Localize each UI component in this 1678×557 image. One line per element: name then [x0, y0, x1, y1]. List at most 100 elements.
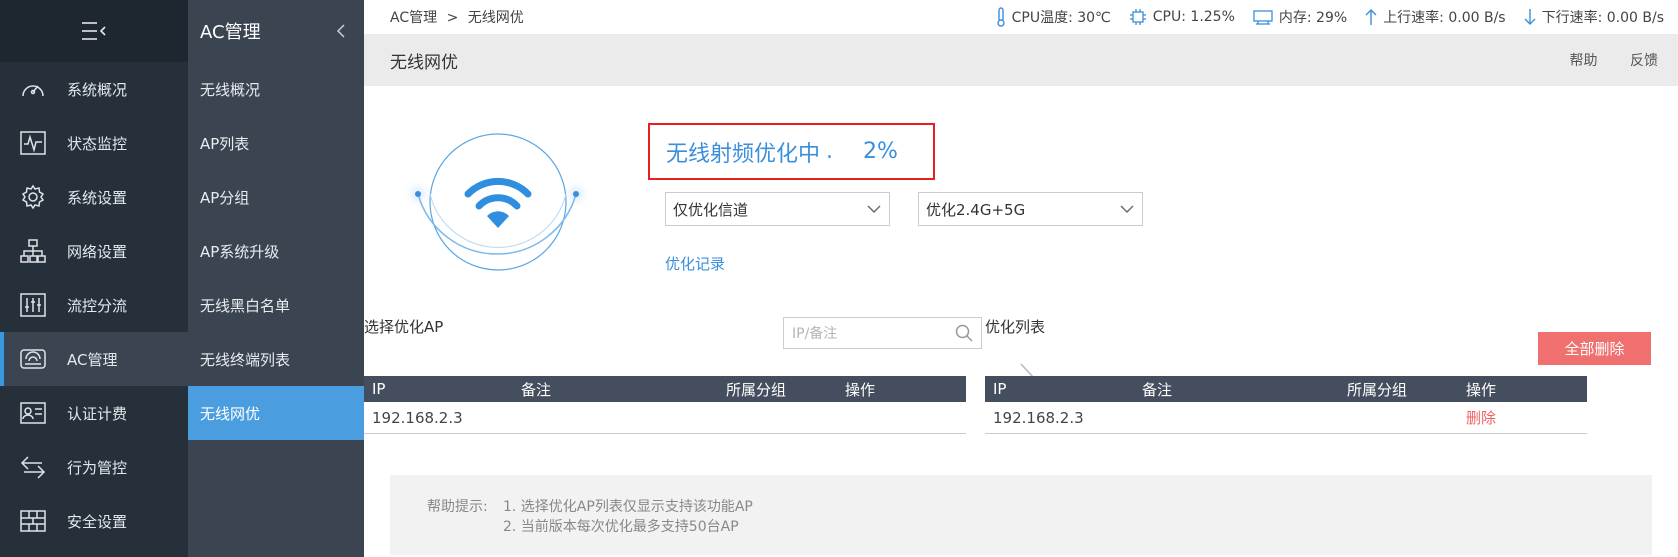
menu-collapse-button[interactable] — [0, 0, 188, 62]
sidebar-item-network[interactable]: 网络设置 — [0, 224, 188, 278]
arrow-down-icon — [1524, 9, 1536, 25]
arrow-up-icon — [1365, 9, 1377, 25]
feedback-link[interactable]: 反馈 — [1630, 53, 1658, 69]
top-status-bar: AC管理 > 无线网优 CPU温度: 30℃ CPU: 1.25% 内存: 29… — [364, 0, 1678, 34]
cpu-text: CPU: 1.25% — [1152, 9, 1235, 25]
subnav-item-terminal-list[interactable]: 无线终端列表 — [188, 332, 364, 386]
subnav-header: AC管理 — [188, 0, 364, 62]
optimize-status-box: 无线射频优化中 . 2% — [648, 123, 935, 180]
sidebar-item-label: 网络设置 — [67, 242, 128, 261]
subnav-item-wireless-optimize[interactable]: 无线网优 — [188, 386, 364, 440]
secondary-sidebar: AC管理 无线概况 AP列表 AP分组 AP系统升级 无线黑白名单 无线终端列表… — [188, 0, 364, 557]
table-row[interactable]: 192.168.2.3 删除 — [985, 402, 1587, 434]
collapse-chevron-icon[interactable] — [336, 23, 346, 39]
sidebar-item-label: 流控分流 — [67, 296, 128, 315]
sidebar-item-monitor[interactable]: 状态监控 — [0, 116, 188, 170]
dashboard-icon — [19, 75, 47, 103]
column-header-ip: IP — [993, 380, 1007, 398]
cpu-chip-icon — [1129, 9, 1146, 25]
memory-stat: 内存: 29% — [1253, 7, 1347, 27]
optimize-band-select[interactable]: 优化2.4G+5G — [918, 192, 1143, 226]
column-header-group: 所属分组 — [726, 380, 787, 399]
firewall-icon — [19, 507, 47, 535]
sidebar-item-ac-management[interactable]: AC管理 — [0, 332, 188, 386]
optimize-list-table: IP 备注 所属分组 操作 192.168.2.3 删除 — [985, 376, 1587, 434]
select-ap-label: 选择优化AP — [364, 318, 444, 336]
sidebar-item-label: 状态监控 — [67, 134, 128, 153]
subnav-title: AC管理 — [200, 22, 261, 43]
cell-ip: 192.168.2.3 — [993, 408, 1084, 427]
optimize-mode-select[interactable]: 仅优化信道 — [665, 192, 890, 226]
optimize-mode-value: 仅优化信道 — [673, 200, 749, 219]
page-links: 帮助 反馈 — [1542, 50, 1658, 70]
column-header-note: 备注 — [1142, 380, 1173, 399]
sidebar-item-flow-control[interactable]: 流控分流 — [0, 278, 188, 332]
page-content: 无线射频优化中 . 2% 仅优化信道 优化2.4G+5G 优化记录 选择优化AP… — [364, 86, 1678, 557]
gear-icon — [19, 183, 47, 211]
primary-sidebar: 系统概况 状态监控 系统设置 网络设置 流控分流 AC管理 认证计费 行为管控 — [0, 0, 188, 557]
page-title-bar: 无线网优 帮助 反馈 — [364, 34, 1678, 86]
table-header: IP 备注 所属分组 操作 — [985, 376, 1587, 402]
sidebar-item-security[interactable]: 安全设置 — [0, 494, 188, 548]
help-tips-label: 帮助提示: — [427, 499, 488, 515]
wifi-optimize-illustration — [382, 126, 622, 330]
delete-row-link[interactable]: 删除 — [1458, 407, 1587, 428]
subnav-item-ap-upgrade[interactable]: AP系统升级 — [188, 224, 364, 278]
ap-search-placeholder: IP/备注 — [792, 326, 838, 342]
subnav-item-blacklist[interactable]: 无线黑白名单 — [188, 278, 364, 332]
column-header-action: 操作 — [845, 380, 876, 399]
memory-text: 内存: 29% — [1278, 10, 1348, 26]
subnav-item-ap-list[interactable]: AP列表 — [188, 116, 364, 170]
chevron-down-icon — [1120, 205, 1134, 213]
help-link[interactable]: 帮助 — [1570, 53, 1598, 69]
pulse-icon — [19, 129, 47, 157]
subnav-item-ap-group[interactable]: AP分组 — [188, 170, 364, 224]
breadcrumb-current: 无线网优 — [467, 10, 524, 26]
help-tip-line: 1. 选择优化AP列表仅显示支持该功能AP — [503, 499, 753, 515]
sidebar-item-behavior-control[interactable]: 行为管控 — [0, 440, 188, 494]
help-tips-box: 帮助提示: 1. 选择优化AP列表仅显示支持该功能AP 2. 当前版本每次优化最… — [390, 475, 1652, 555]
breadcrumb-root[interactable]: AC管理 — [390, 10, 437, 26]
app-window: 系统概况 状态监控 系统设置 网络设置 流控分流 AC管理 认证计费 行为管控 — [0, 0, 1678, 557]
page-title: 无线网优 — [390, 52, 458, 73]
cpu-temp-text: CPU温度: 30℃ — [1011, 10, 1111, 26]
ap-search-input[interactable]: IP/备注 — [783, 317, 982, 349]
sidebar-item-label: 行为管控 — [67, 458, 128, 477]
sidebar-item-system-settings[interactable]: 系统设置 — [0, 170, 188, 224]
menu-collapse-icon — [82, 22, 106, 40]
candidate-ap-table: IP 备注 所属分组 操作 192.168.2.3 — [364, 376, 966, 434]
column-header-action: 操作 — [1466, 380, 1497, 399]
sidebar-item-label: 系统设置 — [67, 188, 128, 207]
swap-icon — [19, 453, 47, 481]
system-stats: CPU温度: 30℃ CPU: 1.25% 内存: 29% 上行速率: 0.00… — [978, 7, 1664, 27]
breadcrumb: AC管理 > 无线网优 — [390, 7, 524, 27]
optimize-band-value: 优化2.4G+5G — [926, 200, 1026, 219]
sidebar-item-label: 安全设置 — [67, 512, 128, 531]
sidebar-item-label: 系统概况 — [67, 80, 128, 99]
optimize-status-dots: . — [826, 139, 834, 164]
help-tip-line: 2. 当前版本每次优化最多支持50台AP — [503, 519, 739, 535]
delete-all-button[interactable]: 全部删除 — [1538, 332, 1651, 365]
download-stat: 下行速率: 0.00 B/s — [1524, 7, 1664, 27]
subnav-item-wireless-overview[interactable]: 无线概况 — [188, 62, 364, 116]
sidebar-item-overview[interactable]: 系统概况 — [0, 62, 188, 116]
optimize-status-text: 无线射频优化中 — [666, 141, 821, 167]
chevron-down-icon — [867, 205, 881, 213]
column-header-note: 备注 — [521, 380, 552, 399]
network-icon — [19, 237, 47, 265]
table-header: IP 备注 所属分组 操作 — [364, 376, 966, 402]
main-area: AC管理 > 无线网优 CPU温度: 30℃ CPU: 1.25% 内存: 29… — [364, 0, 1678, 557]
optimize-record-link[interactable]: 优化记录 — [665, 253, 725, 274]
thermometer-icon — [996, 7, 1005, 27]
memory-icon — [1253, 10, 1273, 25]
cpu-temp-stat: CPU温度: 30℃ — [996, 7, 1111, 27]
upload-text: 上行速率: 0.00 B/s — [1383, 10, 1506, 26]
download-text: 下行速率: 0.00 B/s — [1541, 10, 1664, 26]
cpu-stat: CPU: 1.25% — [1129, 8, 1235, 26]
sidebar-item-label: 认证计费 — [67, 404, 128, 423]
upload-stat: 上行速率: 0.00 B/s — [1365, 7, 1506, 27]
search-icon[interactable] — [955, 324, 973, 342]
sidebar-item-label: AC管理 — [67, 350, 118, 369]
table-row[interactable]: 192.168.2.3 — [364, 402, 966, 434]
sidebar-item-auth-billing[interactable]: 认证计费 — [0, 386, 188, 440]
